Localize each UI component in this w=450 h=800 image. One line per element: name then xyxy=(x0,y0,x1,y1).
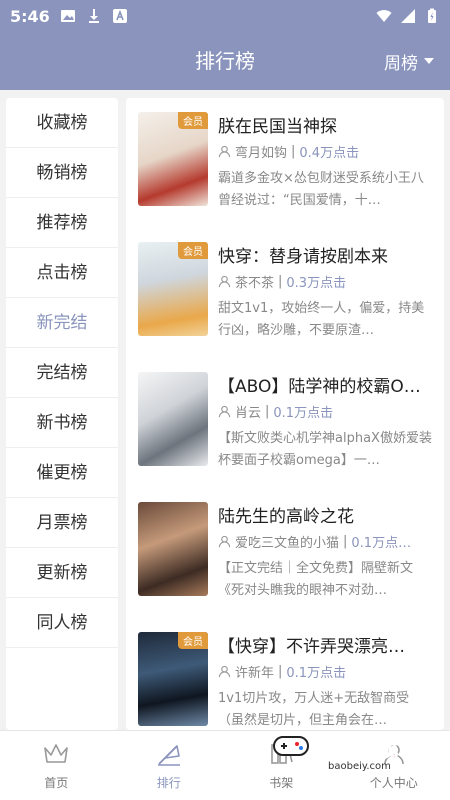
nav-home[interactable]: 首页 xyxy=(0,731,113,800)
wifi-icon xyxy=(376,10,392,22)
status-time: 5:46 xyxy=(10,6,50,26)
sidebar-item-completed[interactable]: 完结榜 xyxy=(6,348,118,398)
book-item[interactable]: 会员 【快穿】不许弄哭漂亮… 许新年 | 0.1万点击 1v1切片攻，万人迷+无… xyxy=(126,618,444,730)
signal-icon xyxy=(401,9,415,23)
meta-separator: | xyxy=(278,664,283,679)
sidebar-item-favorites[interactable]: 收藏榜 xyxy=(6,98,118,148)
book-cover: 会员 xyxy=(138,112,208,206)
author-icon xyxy=(218,405,231,418)
site-watermark: 宝贝游戏网 baobeiy.com xyxy=(268,725,418,795)
vip-badge: 会员 xyxy=(178,632,208,649)
vip-badge: 会员 xyxy=(178,242,208,259)
book-clicks: 0.4万点击 xyxy=(299,146,360,161)
book-meta: 肖云 | 0.1万点击 xyxy=(218,402,438,421)
sidebar-item-monthly-ticket[interactable]: 月票榜 xyxy=(6,498,118,548)
meta-separator: | xyxy=(278,274,283,289)
sidebar-item-fan-fiction[interactable]: 同人榜 xyxy=(6,598,118,648)
app-a-icon xyxy=(112,9,127,23)
sidebar-item-updates[interactable]: 更新榜 xyxy=(6,548,118,598)
book-title: 快穿：替身请按剧本来 xyxy=(218,247,388,267)
meta-separator: | xyxy=(343,534,348,549)
book-cover: 会员 xyxy=(138,242,208,336)
book-author: 肖云 xyxy=(235,406,262,421)
book-author: 许新年 xyxy=(235,666,275,681)
meta-separator: | xyxy=(291,144,296,159)
author-icon xyxy=(218,145,231,158)
period-label: 周榜 xyxy=(384,53,418,74)
battery-icon xyxy=(428,8,436,23)
ranking-flag-icon xyxy=(157,745,180,766)
sidebar-item-new-books[interactable]: 新书榜 xyxy=(6,398,118,448)
crown-icon xyxy=(44,744,69,763)
meta-separator: | xyxy=(265,404,270,419)
app-header: 排行榜 周榜 xyxy=(0,32,450,90)
sidebar-item-urge-update[interactable]: 催更榜 xyxy=(6,448,118,498)
book-cover: 会员 xyxy=(138,632,208,726)
book-clicks: 0.1万点… xyxy=(351,536,412,551)
book-description: 【斯文败类心机学神alphaX傲娇爱装杯要面子校霸omega】一… xyxy=(218,431,432,468)
sidebar-item-new-completed[interactable]: 新完结 xyxy=(6,298,118,348)
book-cover xyxy=(138,372,208,466)
book-meta: 爱吃三文鱼的小猫 | 0.1万点… xyxy=(218,532,438,551)
book-description: 甜文1v1，攻始终一人，偏爱，持美行凶，略沙雕，不要原渣… xyxy=(218,301,425,338)
book-title: 朕在民国当神探 xyxy=(218,117,337,137)
sidebar-item-bestseller[interactable]: 畅销榜 xyxy=(6,148,118,198)
book-title: 陆先生的高岭之花 xyxy=(218,507,354,527)
sidebar-item-recommend[interactable]: 推荐榜 xyxy=(6,198,118,248)
status-bar: 5:46 xyxy=(0,0,450,32)
book-author: 爱吃三文鱼的小猫 xyxy=(235,536,340,551)
book-meta: 弯月如钩 | 0.4万点击 xyxy=(218,142,438,161)
book-list: 会员 朕在民国当神探 弯月如钩 | 0.4万点击 霸道多金攻×怂包财迷受系统小王… xyxy=(126,98,444,730)
book-title: 【快穿】不许弄哭漂亮… xyxy=(218,637,405,657)
download-icon xyxy=(88,9,99,23)
book-meta: 茶不茶 | 0.3万点击 xyxy=(218,272,438,291)
vip-badge: 会员 xyxy=(178,112,208,129)
caret-down-icon xyxy=(424,58,434,64)
period-dropdown[interactable]: 周榜 xyxy=(384,32,434,90)
gamepad-logo-icon xyxy=(273,736,309,756)
status-notification-icons xyxy=(60,8,128,24)
book-description: 霸道多金攻×怂包财迷受系统小王八曾经说过：“民国爱情，十… xyxy=(218,171,424,208)
book-clicks: 0.3万点击 xyxy=(286,276,347,291)
status-system-icons xyxy=(376,8,440,24)
book-author: 弯月如钩 xyxy=(235,146,288,161)
book-item[interactable]: 会员 朕在民国当神探 弯月如钩 | 0.4万点击 霸道多金攻×怂包财迷受系统小王… xyxy=(126,98,444,228)
ranking-sidebar: 收藏榜 畅销榜 推荐榜 点击榜 新完结 完结榜 新书榜 催更榜 月票榜 更新榜 … xyxy=(6,98,118,730)
book-item[interactable]: 会员 快穿：替身请按剧本来 茶不茶 | 0.3万点击 甜文1v1，攻始终一人，偏… xyxy=(126,228,444,358)
author-icon xyxy=(218,535,231,548)
page-title: 排行榜 xyxy=(195,49,255,73)
author-icon xyxy=(218,665,231,678)
book-title: 【ABO】陆学神的校霸O… xyxy=(218,377,421,397)
book-item[interactable]: 【ABO】陆学神的校霸O… 肖云 | 0.1万点击 【斯文败类心机学神alpha… xyxy=(126,358,444,488)
author-icon xyxy=(218,275,231,288)
nav-ranking-label: 排行 xyxy=(156,776,181,790)
book-clicks: 0.1万点击 xyxy=(286,666,347,681)
book-item[interactable]: 陆先生的高岭之花 爱吃三文鱼的小猫 | 0.1万点… 【正文完结｜全文免费】隔壁… xyxy=(126,488,444,618)
nav-home-label: 首页 xyxy=(44,776,69,790)
book-meta: 许新年 | 0.1万点击 xyxy=(218,662,438,681)
book-clicks: 0.1万点击 xyxy=(273,406,334,421)
book-description: 1v1切片攻，万人迷+无敌智商受（虽然是切片，但主角会在… xyxy=(218,691,410,728)
book-cover xyxy=(138,502,208,596)
watermark-url: baobeiy.com xyxy=(328,761,391,772)
nav-bookshelf-label: 书架 xyxy=(269,776,294,790)
book-description: 【正文完结｜全文免费】隔壁新文《死对头瞧我的眼神不对劲… xyxy=(218,561,414,598)
nav-ranking[interactable]: 排行 xyxy=(113,731,226,800)
sidebar-item-clicks[interactable]: 点击榜 xyxy=(6,248,118,298)
book-author: 茶不茶 xyxy=(235,276,275,291)
image-icon xyxy=(60,10,75,22)
